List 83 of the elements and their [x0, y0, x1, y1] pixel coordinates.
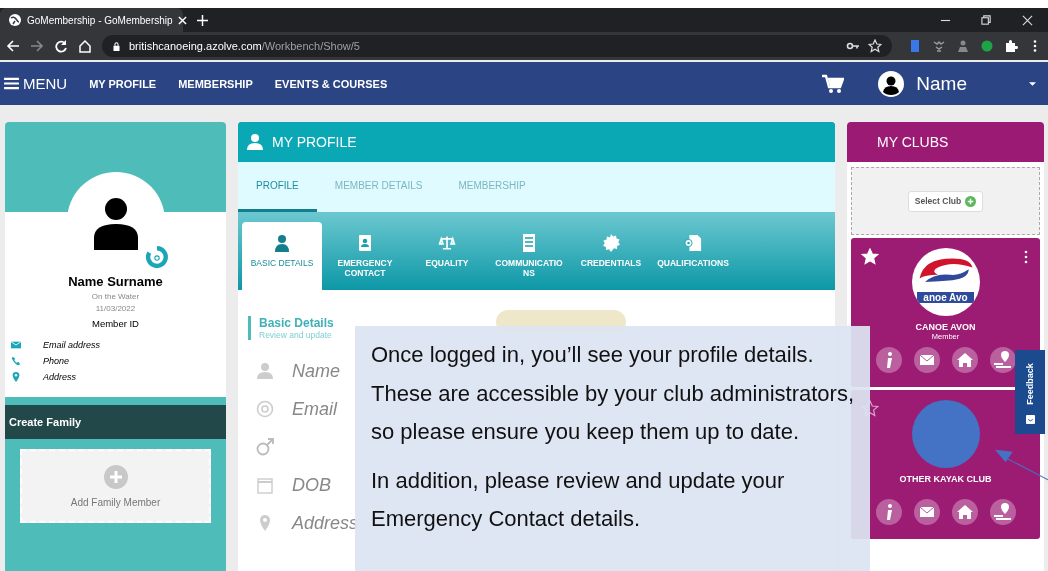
star-icon[interactable]: [868, 39, 882, 53]
nav-link[interactable]: MEMBERSHIP: [178, 77, 253, 90]
envelope-icon: [11, 340, 21, 350]
calendar-icon: [256, 476, 274, 494]
callout-text: Once logged in, you’ll see your profile details. These are accessible by your club administrators, so please ensure you keep them up to date.: [371, 341, 854, 446]
envelope-icon[interactable]: [913, 499, 940, 525]
info-icon[interactable]: [875, 347, 902, 373]
family-title: Create Family: [9, 416, 82, 428]
lock-icon: [112, 41, 121, 51]
select-club-button[interactable]: Select Club: [907, 190, 984, 212]
field-value: Address: [292, 512, 359, 534]
phone-icon: [11, 356, 21, 366]
restore-icon[interactable]: [981, 14, 992, 26]
user-name[interactable]: Name: [916, 72, 967, 95]
house-icon[interactable]: [951, 499, 978, 525]
person-icon: [256, 362, 274, 380]
feedback-tab[interactable]: Feedback: [1015, 350, 1045, 434]
member-date: 11/03/2022: [95, 304, 136, 313]
panel-title: MY PROFILE: [272, 134, 357, 150]
envelope-icon[interactable]: [913, 347, 940, 373]
close-icon[interactable]: [1022, 14, 1033, 26]
forward-arrow-icon[interactable]: [30, 39, 44, 53]
house-icon[interactable]: [951, 347, 978, 373]
club-name: CANOE AVON: [915, 322, 976, 332]
map-pin-icon[interactable]: [989, 347, 1016, 373]
section-tab[interactable]: COMMUNICATIO NS: [490, 222, 568, 290]
field-value: Email: [292, 398, 337, 420]
section-tab[interactable]: EMERGENCY CONTACT: [326, 222, 404, 290]
seal-icon: [602, 234, 620, 252]
checklist-icon: [520, 234, 538, 252]
person-icon: [246, 133, 264, 151]
field-value: Name: [292, 360, 340, 382]
reload-icon[interactable]: [54, 39, 68, 53]
caret-icon[interactable]: [1029, 81, 1036, 86]
member-id: Member ID: [92, 318, 139, 329]
scales-icon: [438, 234, 456, 252]
map-pin-icon[interactable]: [989, 499, 1016, 525]
plus-icon: [103, 464, 128, 489]
camera-icon[interactable]: [146, 246, 168, 268]
male-symbol-icon: [256, 438, 274, 456]
globe-icon: [8, 13, 22, 27]
contact-text: Email address: [43, 340, 101, 350]
section-tab[interactable]: QUALIFICATIONS: [654, 222, 732, 290]
home-icon[interactable]: [78, 39, 92, 53]
plus-icon: [965, 195, 977, 207]
section-tab[interactable]: CREDENTIALS: [572, 222, 650, 290]
extension-icon[interactable]: [980, 39, 994, 53]
at-sign-icon: [256, 400, 274, 418]
person-tie-icon: [273, 234, 291, 252]
address-field[interactable]: britishcanoeing.azolve.com/Workbench/Show/5: [102, 35, 892, 57]
contact-card-icon: [356, 234, 374, 252]
tab-title: GoMembership - GoMembership: [27, 14, 173, 26]
document-pin-icon: [684, 234, 702, 252]
menu-icon: [4, 77, 19, 90]
member-discipline: On the Water: [91, 292, 140, 301]
add-family-member-button[interactable]: Add Family Member: [20, 449, 211, 523]
extension-icon[interactable]: [956, 39, 970, 53]
puzzle-icon[interactable]: [1004, 39, 1018, 53]
extension-icon[interactable]: [932, 39, 946, 53]
section-tab[interactable]: BASIC DETAILS: [242, 222, 322, 290]
club-logo: anoe Avo: [911, 248, 980, 316]
location-pin-icon: [11, 372, 21, 382]
nav-link[interactable]: EVENTS & COURSES: [274, 77, 388, 90]
new-tab-icon[interactable]: [197, 14, 208, 26]
club-name: OTHER KAYAK CLUB: [899, 474, 992, 484]
clubs-title: MY CLUBS: [877, 134, 949, 150]
more-icon[interactable]: [1024, 250, 1028, 264]
info-icon[interactable]: [875, 499, 902, 525]
member-name: Name Surname: [68, 274, 163, 289]
menu-button[interactable]: MENU: [4, 75, 68, 92]
contact-text: Address: [43, 372, 77, 382]
section-title: Basic Details: [259, 316, 334, 330]
section-subtitle: Review and update: [259, 330, 332, 340]
nav-link[interactable]: MY PROFILE: [89, 77, 157, 90]
callout-text: In addition, please review and update your Emergency Contact details.: [371, 466, 786, 533]
back-arrow-icon[interactable]: [6, 39, 20, 53]
contact-text: Phone: [43, 356, 70, 366]
cart-icon[interactable]: [822, 73, 845, 94]
smiley-icon: [1025, 414, 1035, 424]
extension-icon[interactable]: [908, 39, 922, 53]
field-value: DOB: [292, 474, 331, 496]
user-avatar-icon[interactable]: [878, 70, 905, 97]
section-tab[interactable]: EQUALITY: [408, 222, 486, 290]
